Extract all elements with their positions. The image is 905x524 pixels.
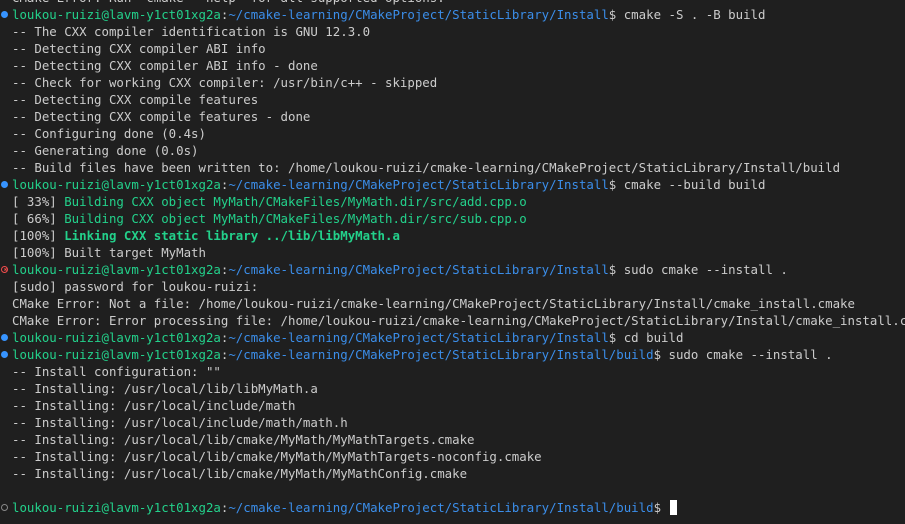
build-step-text: Building CXX object MyMath/CMakeFiles/My…	[64, 194, 527, 209]
command-success-icon[interactable]	[1, 11, 8, 18]
output-line: -- Generating done (0.0s)	[0, 142, 905, 159]
output-text: -- Installing: /usr/local/lib/cmake/MyMa…	[12, 432, 475, 447]
build-progress-prefix: [100%]	[12, 228, 65, 243]
output-line: CMake Error: Not a file: /home/loukou-ru…	[0, 295, 905, 312]
output-line: [ 33%] Building CXX object MyMath/CMakeF…	[0, 193, 905, 210]
output-line: -- Configuring done (0.4s)	[0, 125, 905, 142]
output-line: [sudo] password for loukou-ruizi:	[0, 278, 905, 295]
prompt-user-host: loukou-ruizi@lavm-y1ct01xg2a	[12, 177, 221, 192]
prompt-line: loukou-ruizi@lavm-y1ct01xg2a:~/cmake-lea…	[0, 176, 905, 193]
output-line: -- Installing: /usr/local/lib/cmake/MyMa…	[0, 465, 905, 482]
output-text: CMake Error: Not a file: /home/loukou-ru…	[12, 296, 855, 311]
command-success-icon[interactable]	[1, 334, 8, 341]
build-step-text: Linking CXX static library ../lib/libMyM…	[64, 228, 400, 243]
command-error-icon[interactable]	[1, 266, 8, 273]
command-success-icon[interactable]	[1, 351, 8, 358]
output-text: -- The CXX compiler identification is GN…	[12, 24, 371, 39]
prompt-line: loukou-ruizi@lavm-y1ct01xg2a:~/cmake-lea…	[0, 261, 905, 278]
output-text: [sudo] password for loukou-ruizi:	[12, 279, 259, 294]
prompt-dollar: $	[653, 500, 662, 515]
terminal-output[interactable]: CMake Error: Run 'cmake --help' for all …	[0, 0, 905, 516]
prompt-user-host: loukou-ruizi@lavm-y1ct01xg2a	[12, 330, 221, 345]
output-line: -- The CXX compiler identification is GN…	[0, 23, 905, 40]
output-text: -- Installing: /usr/local/include/math/m…	[12, 415, 348, 430]
output-text: -- Configuring done (0.4s)	[12, 126, 206, 141]
prompt-path: ~/cmake-learning/CMakeProject/StaticLibr…	[228, 347, 654, 362]
prompt-path: ~/cmake-learning/CMakeProject/StaticLibr…	[228, 330, 609, 345]
output-text: -- Installing: /usr/local/lib/libMyMath.…	[12, 381, 318, 396]
output-line: -- Installing: /usr/local/include/math/m…	[0, 414, 905, 431]
build-progress-prefix: [ 33%]	[12, 194, 65, 209]
output-line: -- Installing: /usr/local/lib/cmake/MyMa…	[0, 431, 905, 448]
output-line: [ 66%] Building CXX object MyMath/CMakeF…	[0, 210, 905, 227]
output-line: -- Check for working CXX compiler: /usr/…	[0, 74, 905, 91]
prompt-path: ~/cmake-learning/CMakeProject/StaticLibr…	[228, 177, 609, 192]
command-text	[661, 500, 668, 515]
prompt-user-host: loukou-ruizi@lavm-y1ct01xg2a	[12, 7, 221, 22]
prompt-path: ~/cmake-learning/CMakeProject/StaticLibr…	[228, 262, 609, 277]
output-text: -- Installing: /usr/local/lib/cmake/MyMa…	[12, 466, 468, 481]
prompt-dollar: $	[653, 347, 662, 362]
command-text: sudo cmake --install .	[616, 262, 788, 277]
output-text: -- Detecting CXX compiler ABI info - don…	[12, 58, 318, 73]
output-line: [100%] Linking CXX static library ../lib…	[0, 227, 905, 244]
output-text: -- Generating done (0.0s)	[12, 143, 199, 158]
build-progress-prefix: [ 66%]	[12, 211, 65, 226]
command-text: cd build	[616, 330, 684, 345]
output-text: -- Detecting CXX compile features	[12, 92, 259, 107]
output-line: -- Installing: /usr/local/lib/libMyMath.…	[0, 380, 905, 397]
output-text: -- Detecting CXX compiler ABI info	[12, 41, 266, 56]
prompt-line: loukou-ruizi@lavm-y1ct01xg2a:~/cmake-lea…	[0, 346, 905, 363]
output-text: -- Installing: /usr/local/include/math	[12, 398, 296, 413]
prompt-line: loukou-ruizi@lavm-y1ct01xg2a:~/cmake-lea…	[0, 499, 905, 516]
text-cursor[interactable]	[669, 500, 677, 515]
output-line: CMake Error: Error processing file: /hom…	[0, 312, 905, 329]
prompt-user-host: loukou-ruizi@lavm-y1ct01xg2a	[12, 500, 221, 515]
output-text: -- Check for working CXX compiler: /usr/…	[12, 75, 438, 90]
command-pending-icon[interactable]	[1, 504, 8, 511]
output-text: [100%] Built target MyMath	[12, 245, 206, 260]
command-success-icon[interactable]	[1, 181, 8, 188]
prompt-line: loukou-ruizi@lavm-y1ct01xg2a:~/cmake-lea…	[0, 329, 905, 346]
output-line: [100%] Built target MyMath	[0, 244, 905, 261]
output-line: -- Detecting CXX compiler ABI info	[0, 40, 905, 57]
command-text: cmake --build build	[616, 177, 766, 192]
output-text: -- Installing: /usr/local/lib/cmake/MyMa…	[12, 449, 542, 464]
output-line: -- Install configuration: ""	[0, 363, 905, 380]
output-text: CMake Error: Error processing file: /hom…	[12, 313, 905, 328]
output-text: -- Detecting CXX compile features - done	[12, 109, 311, 124]
prompt-user-host: loukou-ruizi@lavm-y1ct01xg2a	[12, 262, 221, 277]
output-line: -- Build files have been written to: /ho…	[0, 159, 905, 176]
prompt-line: loukou-ruizi@lavm-y1ct01xg2a:~/cmake-lea…	[0, 6, 905, 23]
output-line: -- Installing: /usr/local/lib/cmake/MyMa…	[0, 448, 905, 465]
prompt-path: ~/cmake-learning/CMakeProject/StaticLibr…	[228, 7, 609, 22]
command-text: sudo cmake --install .	[661, 347, 833, 362]
output-line: -- Installing: /usr/local/include/math	[0, 397, 905, 414]
prompt-path: ~/cmake-learning/CMakeProject/StaticLibr…	[228, 500, 654, 515]
output-text: -- Build files have been written to: /ho…	[12, 160, 841, 175]
prompt-user-host: loukou-ruizi@lavm-y1ct01xg2a	[12, 347, 221, 362]
command-text: cmake -S . -B build	[616, 7, 766, 22]
output-text: -- Install configuration: ""	[12, 364, 221, 379]
output-line: -- Detecting CXX compile features	[0, 91, 905, 108]
output-line: -- Detecting CXX compile features - done	[0, 108, 905, 125]
build-step-text: Building CXX object MyMath/CMakeFiles/My…	[64, 211, 527, 226]
output-text: CMake Error: Run 'cmake --help' for all …	[12, 0, 445, 5]
output-line: -- Detecting CXX compiler ABI info - don…	[0, 57, 905, 74]
